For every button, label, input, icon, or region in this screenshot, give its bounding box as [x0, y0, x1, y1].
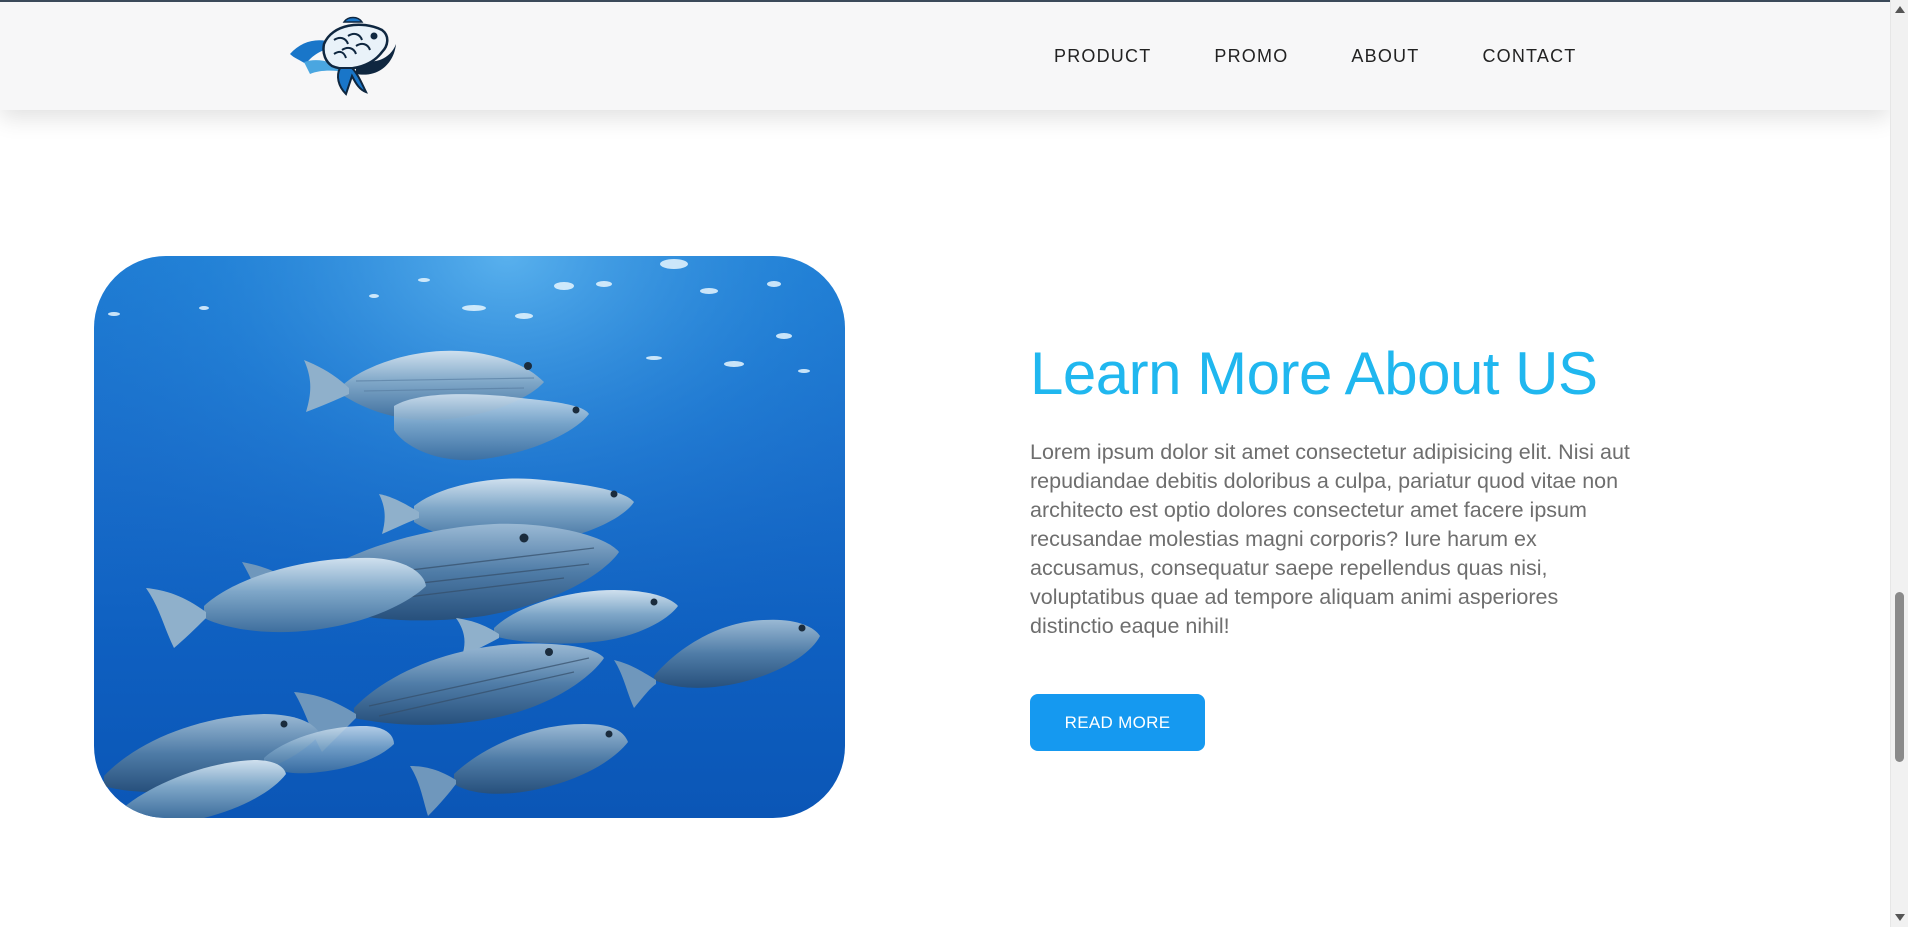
nav-item-promo[interactable]: PROMO [1214, 46, 1288, 67]
read-more-button[interactable]: READ MORE [1030, 694, 1205, 751]
school-of-fish-photo [94, 256, 845, 818]
about-description: Lorem ipsum dolor sit amet consectetur a… [1030, 440, 1630, 638]
scroll-thumb[interactable] [1895, 592, 1904, 762]
page: PRODUCT PROMO ABOUT CONTACT Learn More A… [0, 0, 1908, 927]
vertical-scrollbar[interactable] [1890, 0, 1908, 927]
scroll-up-icon[interactable] [1895, 6, 1905, 13]
main-nav: PRODUCT PROMO ABOUT CONTACT [1054, 46, 1577, 67]
about-title: Learn More About US [1030, 340, 1598, 407]
fish-logo-icon[interactable] [286, 14, 398, 100]
about-section: Learn More About US Lorem ipsum dolor si… [1030, 335, 1650, 751]
navbar: PRODUCT PROMO ABOUT CONTACT [0, 0, 1890, 110]
nav-item-contact[interactable]: CONTACT [1482, 46, 1576, 67]
scroll-down-icon[interactable] [1895, 914, 1905, 921]
nav-item-product[interactable]: PRODUCT [1054, 46, 1151, 67]
nav-item-about[interactable]: ABOUT [1351, 46, 1419, 67]
